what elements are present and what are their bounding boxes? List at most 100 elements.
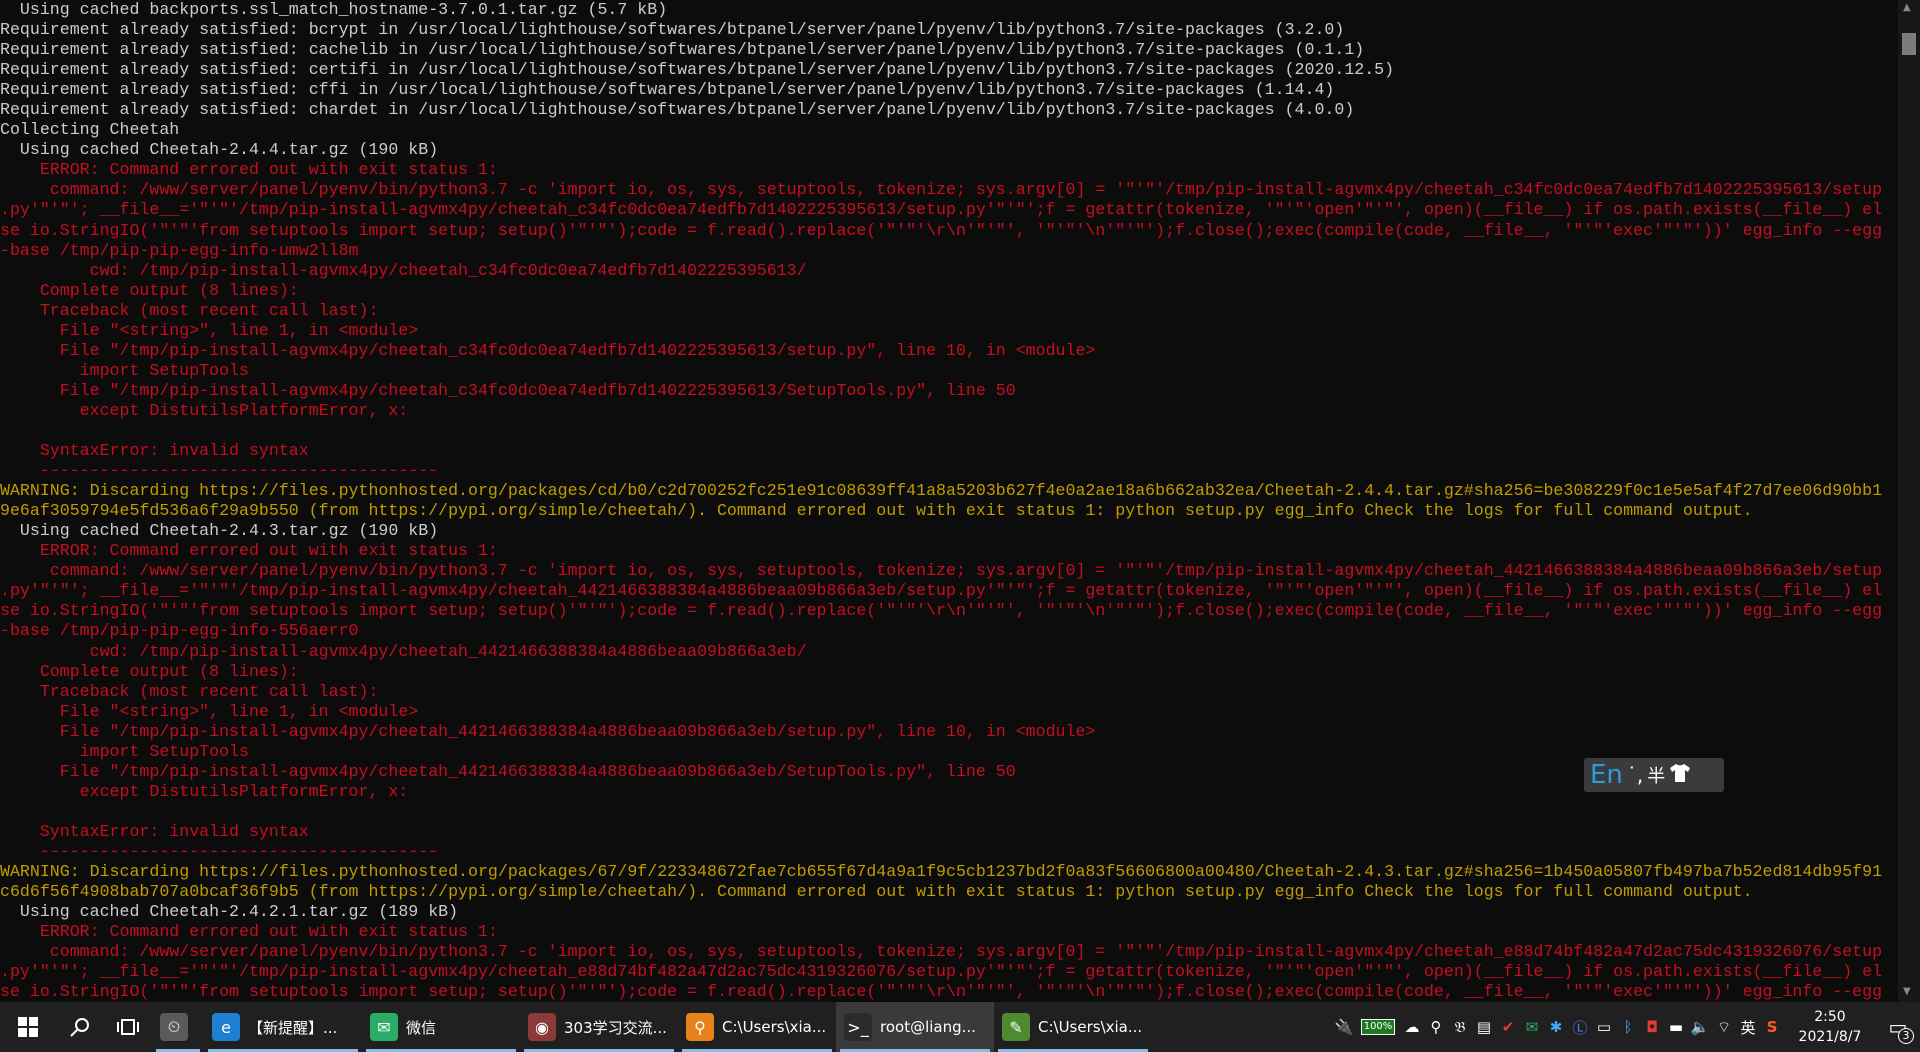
terminal-line: .py'"'"'; __file__='"'"'/tmp/pip-install… [0, 581, 1883, 601]
terminal-line: File "<string>", line 1, in <module> [0, 320, 419, 340]
terminal-line: c6d6f56f4908bab707a0bcaf36f9b5 (from htt… [0, 882, 1753, 902]
terminal-line: -base /tmp/pip-pip-egg-info-umw2ll8m [0, 240, 359, 260]
taskbar-app-button[interactable]: e 【新提醒】... [204, 1002, 362, 1052]
terminal-line: Requirement already satisfied: bcrypt in… [0, 20, 1345, 40]
taskbar: ⏲ e 【新提醒】... ✉ 微信 ◉ 303学习交流... ⚲ C:\Users\xia...… [0, 1002, 1920, 1052]
edge-browser-icon: e [212, 1013, 240, 1041]
notepad-icon: ✎ [1002, 1013, 1030, 1041]
terminal-line: .py'"'"'; __file__='"'"'/tmp/pip-install… [0, 962, 1883, 982]
l-app-icon[interactable]: Ⓛ [1568, 1002, 1592, 1052]
wechat-tray-icon[interactable]: ✉ [1520, 1002, 1544, 1052]
input-language-indicator[interactable]: 英 [1736, 1002, 1760, 1052]
taskbar-app-label: root@liang... [880, 1018, 976, 1036]
terminal-window[interactable]: Using cached backports.ssl_match_hostnam… [0, 0, 1898, 1002]
taskbar-app-label: 303学习交流... [564, 1018, 667, 1037]
volume-icon[interactable]: 🔈 [1688, 1002, 1712, 1052]
terminal-icon: >_ [844, 1013, 872, 1041]
scroll-up-arrow-icon[interactable]: ▲ [1903, 2, 1911, 13]
terminal-line: ERROR: Command errored out with exit sta… [0, 160, 498, 180]
notification-count-badge: 3 [1898, 1028, 1914, 1044]
terminal-line: Requirement already satisfied: certifi i… [0, 60, 1395, 80]
clock-app-icon: ⏲ [160, 1013, 188, 1041]
terminal-line: Complete output (8 lines): [0, 280, 299, 300]
taskbar-app-label: C:\Users\xia... [722, 1018, 827, 1036]
terminal-line: import SetupTools [0, 360, 249, 380]
wechat-icon: ✉ [370, 1013, 398, 1041]
terminal-line: command: /www/server/panel/pyenv/bin/pyt… [0, 942, 1883, 962]
terminal-line: ---------------------------------------- [0, 461, 439, 481]
battery-percent: 100% [1360, 1019, 1396, 1035]
terminal-line: File "/tmp/pip-install-agvmx4py/cheetah_… [0, 721, 1096, 741]
taskbar-app-list: ⏲ e 【新提醒】... ✉ 微信 ◉ 303学习交流... ⚲ C:\Users\xia...… [152, 1002, 1152, 1052]
taskbar-app-button[interactable]: ◉ 303学习交流... [520, 1002, 678, 1052]
ime-toolbar[interactable]: En ˙, 半 [1584, 758, 1724, 792]
terminal-line: File "<string>", line 1, in <module> [0, 701, 419, 721]
terminal-line: .py'"'"'; __file__='"'"'/tmp/pip-install… [0, 200, 1883, 220]
terminal-line: Collecting Cheetah [0, 120, 180, 140]
terminal-line: Using cached Cheetah-2.4.3.tar.gz (190 k… [0, 521, 439, 541]
terminal-line: se io.StringIO('"'"'from setuptools impo… [0, 601, 1883, 621]
notification-center-icon[interactable]: ▭ 3 [1876, 1002, 1920, 1052]
terminal-line: Requirement already satisfied: cachelib … [0, 40, 1365, 60]
taskbar-app-label: 微信 [406, 1018, 437, 1037]
tshirt-icon[interactable] [1669, 763, 1691, 788]
terminal-line: ---------------------------------------- [0, 841, 439, 861]
taskbar-app-label: 【新提醒】... [248, 1018, 338, 1037]
terminal-line: Using cached Cheetah-2.4.4.tar.gz (190 k… [0, 140, 439, 160]
terminal-line: ERROR: Command errored out with exit sta… [0, 541, 498, 561]
scrollbar-thumb[interactable] [1902, 33, 1916, 55]
terminal-line: except DistutilsPlatformError, x: [0, 400, 409, 420]
taskbar-app-button[interactable]: ✎ C:\Users\xia... [994, 1002, 1152, 1052]
terminal-output: Using cached backports.ssl_match_hostnam… [0, 0, 1898, 1002]
check-app-icon[interactable]: ✔ [1496, 1002, 1520, 1052]
vertical-scrollbar[interactable]: ▲ ▼ [1898, 0, 1920, 1002]
search-tool-icon[interactable]: ⚲ [1424, 1002, 1448, 1052]
windows-logo-icon[interactable] [0, 1002, 56, 1052]
search-icon[interactable] [56, 1002, 104, 1052]
terminal-line: WARNING: Discarding https://files.python… [0, 862, 1883, 882]
taskbar-app-button[interactable]: ✉ 微信 [362, 1002, 520, 1052]
clock-time: 2:50 [1814, 1009, 1846, 1025]
system-tray: 🔌 100% ☁ ⚲ 𝔅 ▤ ✔ ✉ ✱ Ⓛ ▭ ᛒ ◘ ▬ 🔈 ⌔ 英 S 2… [1332, 1002, 1920, 1052]
terminal-line: Complete output (8 lines): [0, 661, 299, 681]
ime-half-width-indicator[interactable]: 半 [1647, 762, 1665, 788]
terminal-line: Requirement already satisfied: cffi in /… [0, 80, 1335, 100]
terminal-line: cwd: /tmp/pip-install-agvmx4py/cheetah_c… [0, 260, 807, 280]
battery-indicator[interactable]: 100% [1356, 1002, 1400, 1052]
chat-group-icon: ◉ [528, 1013, 556, 1041]
clock-date: 2021/8/7 [1798, 1029, 1862, 1045]
terminal-line: ERROR: Command errored out with exit sta… [0, 922, 498, 942]
terminal-line: Using cached Cheetah-2.4.2.1.tar.gz (189… [0, 902, 459, 922]
laptop-icon[interactable]: ▭ [1592, 1002, 1616, 1052]
bold-b-app-icon[interactable]: 𝔅 [1448, 1002, 1472, 1052]
terminal-line: WARNING: Discarding https://files.python… [0, 481, 1883, 501]
terminal-line: File "/tmp/pip-install-agvmx4py/cheetah_… [0, 380, 1016, 400]
terminal-line: 9e6af3059794e5fd536a6f29a9b550 (from htt… [0, 501, 1753, 521]
document-app-icon[interactable]: ▤ [1472, 1002, 1496, 1052]
onedrive-icon[interactable]: ☁ [1400, 1002, 1424, 1052]
ime-punctuation-indicator[interactable]: ˙, [1627, 763, 1643, 787]
snowflake-app-icon[interactable]: ✱ [1544, 1002, 1568, 1052]
terminal-line: Requirement already satisfied: chardet i… [0, 100, 1355, 120]
terminal-line: cwd: /tmp/pip-install-agvmx4py/cheetah_4… [0, 641, 807, 661]
sogou-input-icon[interactable]: S [1760, 1002, 1784, 1052]
taskbar-app-button[interactable]: ⏲ [152, 1002, 204, 1052]
terminal-line: Traceback (most recent call last): [0, 681, 379, 701]
task-view-icon[interactable] [104, 1002, 152, 1052]
red-app-icon[interactable]: ◘ [1640, 1002, 1664, 1052]
terminal-line: se io.StringIO('"'"'from setuptools impo… [0, 220, 1883, 240]
clock[interactable]: 2:50 2021/8/7 [1784, 1007, 1876, 1047]
scroll-down-arrow-icon[interactable]: ▼ [1903, 986, 1911, 997]
taskbar-app-button[interactable]: >_ root@liang... [836, 1002, 994, 1052]
wifi-icon[interactable]: ⌔ [1712, 1002, 1736, 1052]
power-plug-icon[interactable]: 🔌 [1332, 1002, 1356, 1052]
terminal-line: command: /www/server/panel/pyenv/bin/pyt… [0, 180, 1883, 200]
battery-tray-icon[interactable]: ▬ [1664, 1002, 1688, 1052]
ime-language-indicator[interactable]: En [1590, 760, 1623, 790]
bluetooth-icon[interactable]: ᛒ [1616, 1002, 1640, 1052]
terminal-line: SyntaxError: invalid syntax [0, 821, 309, 841]
terminal-line: -base /tmp/pip-pip-egg-info-556aerr0 [0, 621, 359, 641]
search-everything-icon: ⚲ [686, 1013, 714, 1041]
taskbar-app-button[interactable]: ⚲ C:\Users\xia... [678, 1002, 836, 1052]
